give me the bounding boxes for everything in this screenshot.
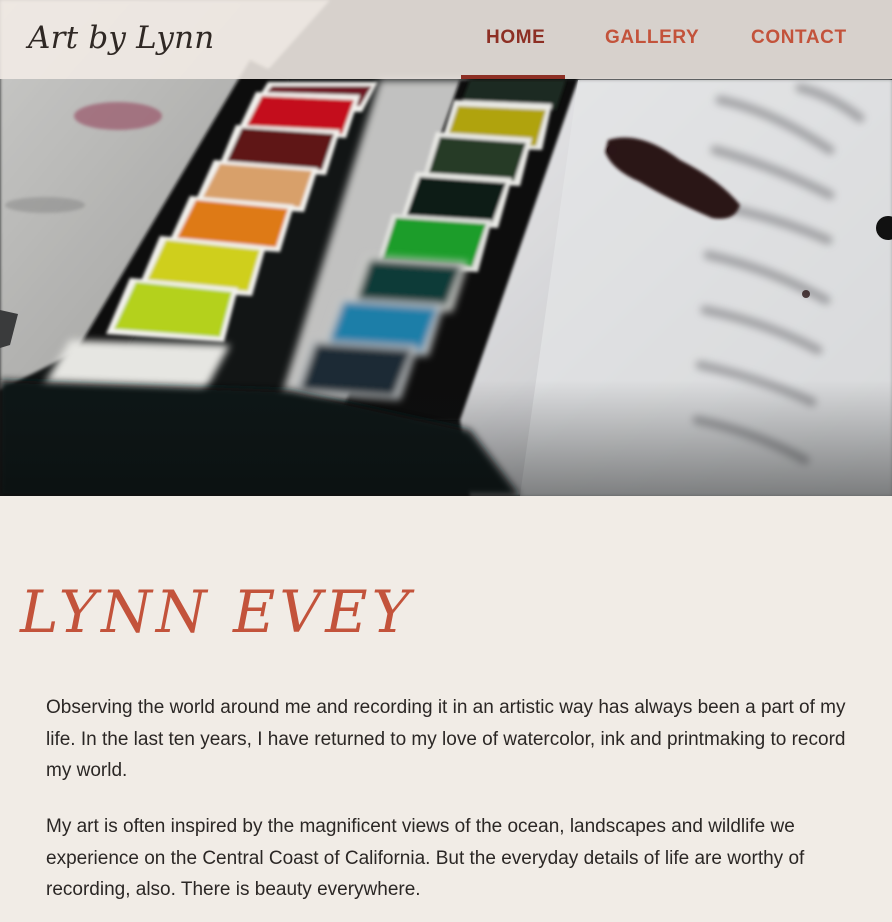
bio-paragraph: My art is often inspired by the magnific… (46, 816, 805, 900)
bio-paragraph: Observing the world around me and record… (46, 697, 846, 781)
page-title: LYNN EVEY (20, 578, 414, 646)
nav-link-contact[interactable]: CONTACT (751, 24, 847, 52)
nav-link-gallery[interactable]: GALLERY (605, 24, 699, 52)
nav-active-indicator (461, 75, 565, 79)
site-header: Art by Lynn HOME GALLERY CONTACT (0, 0, 892, 79)
nav-link-home[interactable]: HOME (486, 24, 545, 52)
site-logo[interactable]: Art by Lynn (28, 18, 214, 58)
